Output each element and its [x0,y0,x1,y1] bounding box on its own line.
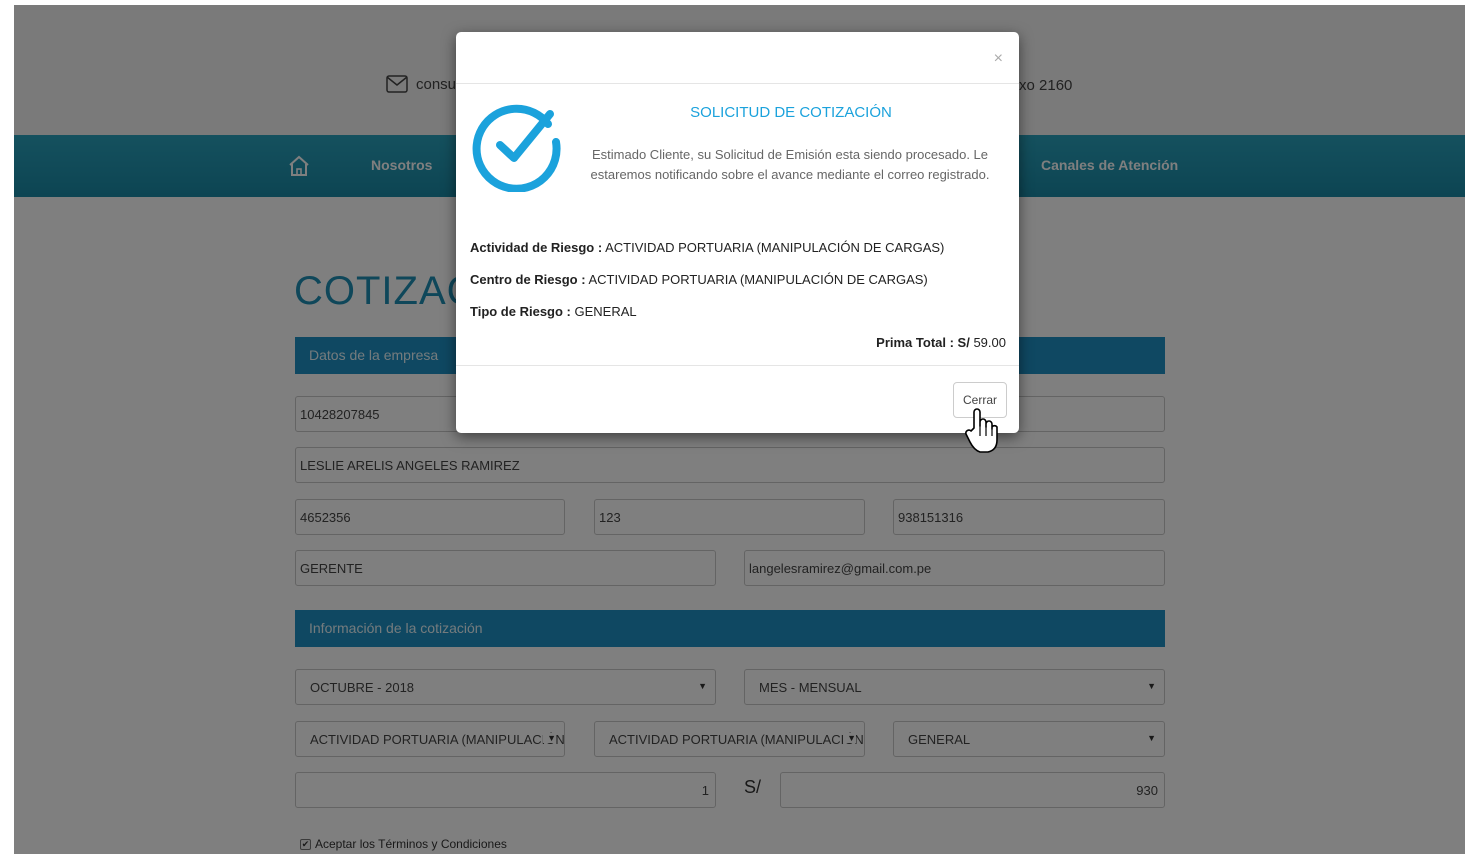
close-icon[interactable]: × [994,50,1003,68]
actividad-label: Actividad de Riesgo : [470,240,603,255]
check-circle-icon [472,104,561,192]
actividad-value: ACTIVIDAD PORTUARIA (MANIPULACIÓN DE CAR… [605,240,945,255]
tipo-label: Tipo de Riesgo : [470,304,571,319]
tipo-value: GENERAL [574,304,637,319]
detail-tipo: Tipo de Riesgo : GENERAL [470,304,637,319]
browser-viewport: consu xo 2160 Nosotros Canales de Atenci… [14,5,1465,854]
hand-pointer-icon [965,408,998,453]
quote-request-modal: × SOLICITUD DE COTIZACIÓN Estimado Clien… [456,32,1019,453]
centro-label: Centro de Riesgo : [470,272,586,287]
detail-centro: Centro de Riesgo : ACTIVIDAD PORTUARIA (… [470,272,928,287]
modal-footer: Cerrar [456,365,1019,433]
centro-value: ACTIVIDAD PORTUARIA (MANIPULACIÓN DE CAR… [588,272,928,287]
modal-title: SOLICITUD DE COTIZACIÓN [690,104,892,121]
modal-header: × [456,32,1019,84]
modal-message: Estimado Cliente, su Solicitud de Emisió… [590,147,990,182]
prima-value: 59.00 [973,335,1006,350]
detail-actividad: Actividad de Riesgo : ACTIVIDAD PORTUARI… [470,240,944,255]
prima-label: Prima Total : S/ [876,335,970,350]
prima-total: Prima Total : S/ 59.00 [876,335,1006,350]
